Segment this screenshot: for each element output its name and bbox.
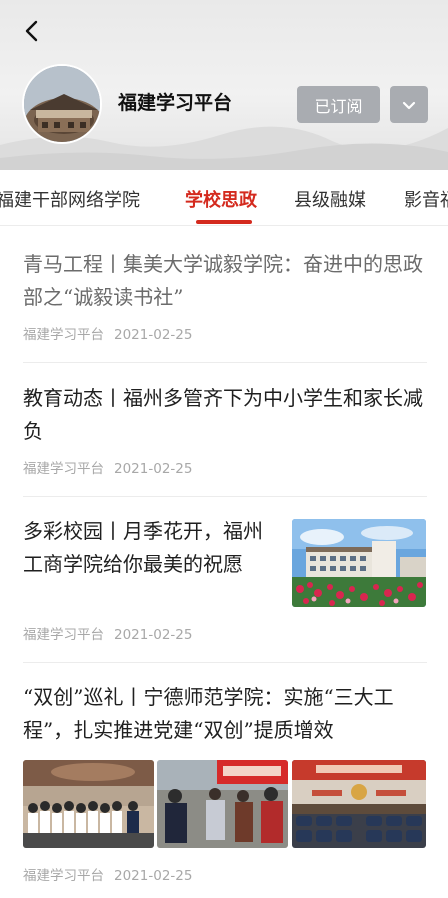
article-item[interactable]: 多彩校园丨月季花开，福州工商学院给你最美的祝愿 [23,515,268,581]
more-options-button[interactable] [390,86,428,123]
article-meta: 福建学习平台 2021-02-25 [23,623,192,643]
channel-header: 福建学习平台 已订阅 [0,0,448,170]
tab-audio-video[interactable]: 影音福 [404,186,448,212]
article-thumbnail [23,760,154,848]
article-title: 教育动态丨福州多管齐下为中小学生和家长减负 [23,386,423,443]
article-item[interactable]: “双创”巡礼丨宁德师范学院：实施“三大工程”，扎实推进党建“双创”提质增效 [23,681,427,747]
subscribed-button[interactable]: 已订阅 [297,86,380,123]
article-meta: 福建学习平台 2021-02-25 [23,323,192,343]
article-source: 福建学习平台 [23,461,104,477]
article-meta: 福建学习平台 2021-02-25 [23,864,192,884]
chevron-down-icon [402,101,416,109]
back-arrow-icon [25,20,38,42]
active-tab-indicator [196,220,252,224]
tab-county-media[interactable]: 县级融媒 [294,186,366,212]
article-source: 福建学习平台 [23,627,104,643]
article-source: 福建学习平台 [23,327,104,343]
article-thumbnail [292,760,426,848]
article-thumbnail [292,519,426,607]
channel-avatar [22,64,102,144]
category-tabs: 福建干部网络学院 学校思政 县级融媒 影音福 [0,170,448,226]
divider [23,496,427,497]
article-source: 福建学习平台 [23,868,104,884]
tab-school-ideology[interactable]: 学校思政 [185,186,257,212]
article-title: “双创”巡礼丨宁德师范学院：实施“三大工程”，扎实推进党建“双创”提质增效 [23,685,394,742]
tab-fujian-cadre-college[interactable]: 福建干部网络学院 [0,186,140,212]
article-date: 2021-02-25 [114,868,193,884]
article-date: 2021-02-25 [114,461,193,477]
article-item[interactable]: 青马工程丨集美大学诚毅学院：奋进中的思政部之“诚毅读书社” [23,248,427,314]
divider [23,662,427,663]
article-date: 2021-02-25 [114,627,193,643]
article-item[interactable]: 教育动态丨福州多管齐下为中小学生和家长减负 [23,382,427,448]
article-date: 2021-02-25 [114,327,193,343]
article-thumbnail [157,760,288,848]
back-button[interactable] [18,16,48,46]
article-meta: 福建学习平台 2021-02-25 [23,457,192,477]
article-title: 多彩校园丨月季花开，福州工商学院给你最美的祝愿 [23,519,263,576]
channel-title: 福建学习平台 [118,92,233,114]
article-title: 青马工程丨集美大学诚毅学院：奋进中的思政部之“诚毅读书社” [23,252,423,309]
divider [23,362,427,363]
